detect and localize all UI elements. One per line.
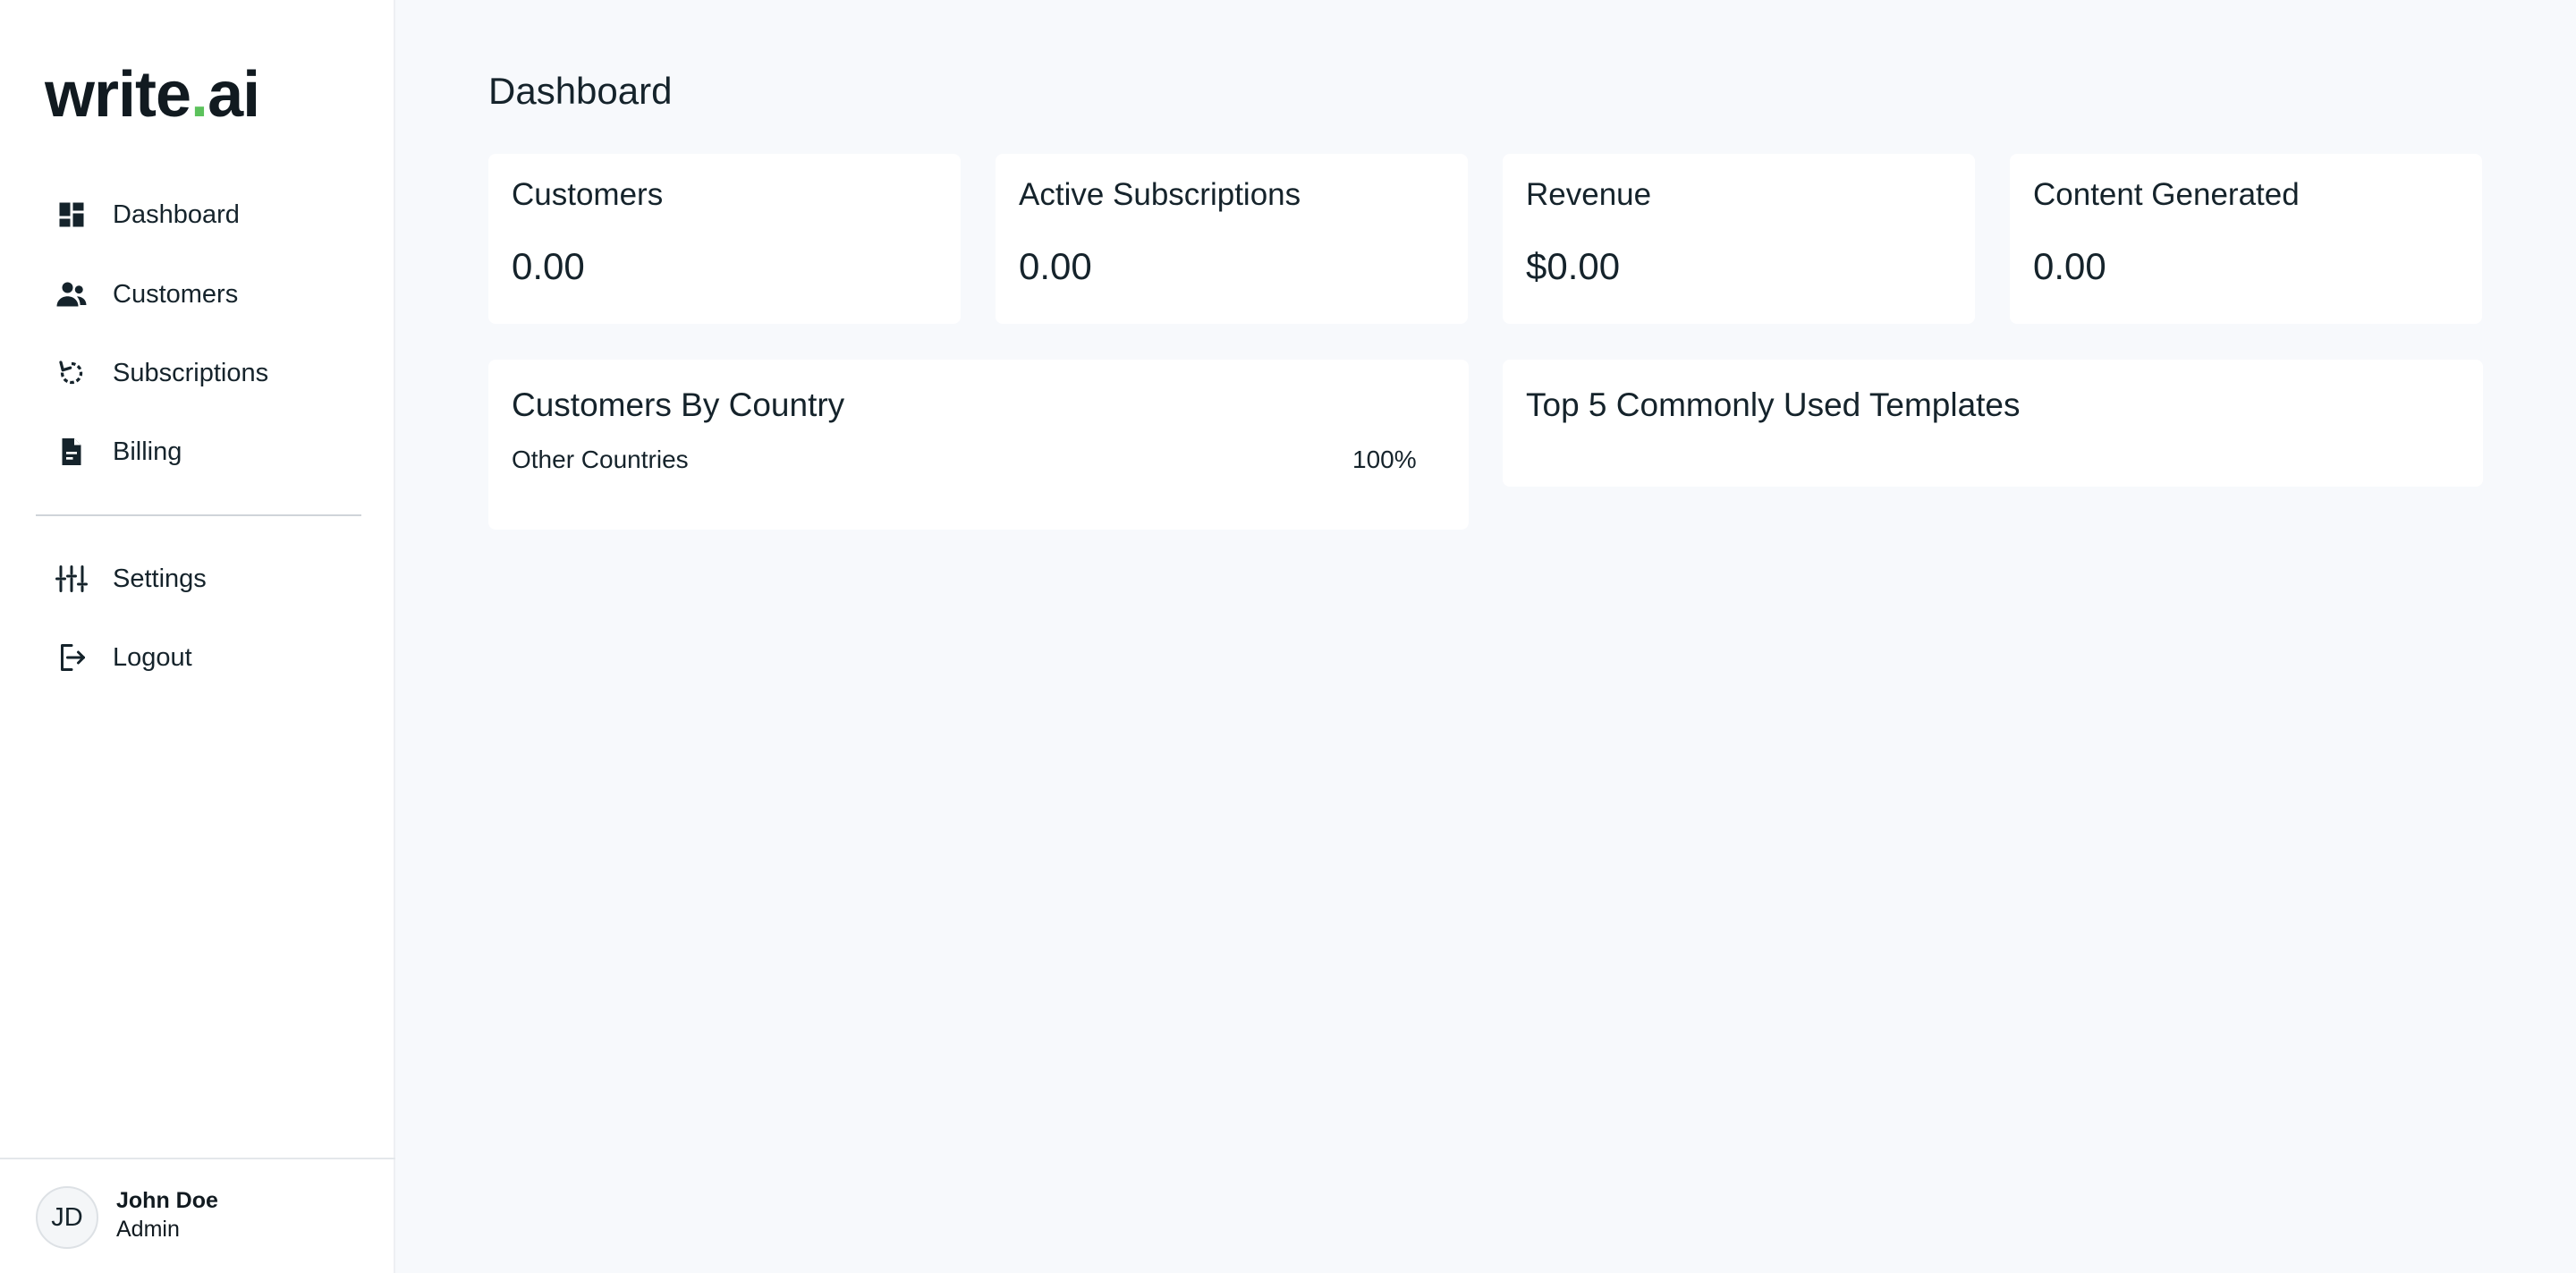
stat-card-value: 0.00: [2033, 245, 2106, 287]
stat-card-title: Content Generated: [2033, 177, 2300, 212]
user-role: Admin: [116, 1217, 180, 1242]
users-icon: [54, 276, 89, 312]
country-name: Other Countries: [512, 446, 689, 473]
stat-card-value: $0.00: [1526, 245, 1621, 287]
stat-card-revenue: Revenue $0.00: [1503, 154, 1975, 324]
logo[interactable]: write.ai: [45, 59, 260, 131]
list-item: Other Countries 100%: [512, 446, 1417, 481]
document-icon: [54, 434, 89, 470]
app-root: write.ai Dashboard Customers Subscriptio…: [0, 0, 2576, 1273]
sidebar-item-subscriptions[interactable]: Subscriptions: [36, 340, 358, 406]
stat-card-value: 0.00: [1019, 245, 1092, 287]
sidebar-item-label: Billing: [113, 437, 182, 466]
sidebar-item-label: Dashboard: [113, 199, 240, 229]
top-templates-card: Top 5 Commonly Used Templates: [1503, 360, 2483, 487]
sidebar-item-dashboard[interactable]: Dashboard: [36, 182, 358, 248]
stat-card-title: Active Subscriptions: [1019, 177, 1301, 212]
user-name: John Doe: [116, 1188, 218, 1213]
avatar[interactable]: JD: [36, 1186, 98, 1249]
sidebar-item-customers[interactable]: Customers: [36, 261, 358, 327]
sliders-icon: [54, 561, 89, 597]
avatar-initials: JD: [51, 1202, 83, 1232]
sidebar-item-logout[interactable]: Logout: [36, 624, 358, 691]
top-templates-title: Top 5 Commonly Used Templates: [1526, 386, 2021, 423]
sidebar-item-settings[interactable]: Settings: [36, 546, 358, 612]
logo-dot: .: [191, 59, 208, 131]
sidebar-item-label: Subscriptions: [113, 358, 269, 387]
stat-card-active-subscriptions: Active Subscriptions 0.00: [996, 154, 1468, 324]
stat-card-customers: Customers 0.00: [488, 154, 961, 324]
stat-card-title: Customers: [512, 177, 664, 212]
customers-by-country-title: Customers By Country: [512, 386, 845, 423]
logo-text-suffix: ai: [208, 59, 260, 131]
country-percent: 100%: [1352, 446, 1417, 473]
customers-by-country-card: Customers By Country Other Countries 100…: [488, 360, 1469, 530]
dashboard-icon: [54, 197, 89, 233]
sidebar-item-billing[interactable]: Billing: [36, 419, 358, 485]
stat-card-value: 0.00: [512, 245, 585, 287]
sidebar-item-label: Settings: [113, 564, 207, 593]
sidebar-divider: [36, 514, 361, 516]
sidebar-item-label: Customers: [113, 279, 239, 309]
page-title: Dashboard: [488, 70, 673, 112]
user-profile[interactable]: JD John Doe Admin: [0, 1158, 395, 1273]
logout-icon: [54, 640, 89, 675]
sidebar: write.ai Dashboard Customers Subscriptio…: [0, 0, 395, 1273]
sidebar-item-label: Logout: [113, 642, 192, 672]
refresh-icon: [54, 355, 89, 391]
logo-text-main: write: [45, 59, 191, 131]
stat-card-title: Revenue: [1526, 177, 1652, 212]
stat-card-content-generated: Content Generated 0.00: [2010, 154, 2482, 324]
